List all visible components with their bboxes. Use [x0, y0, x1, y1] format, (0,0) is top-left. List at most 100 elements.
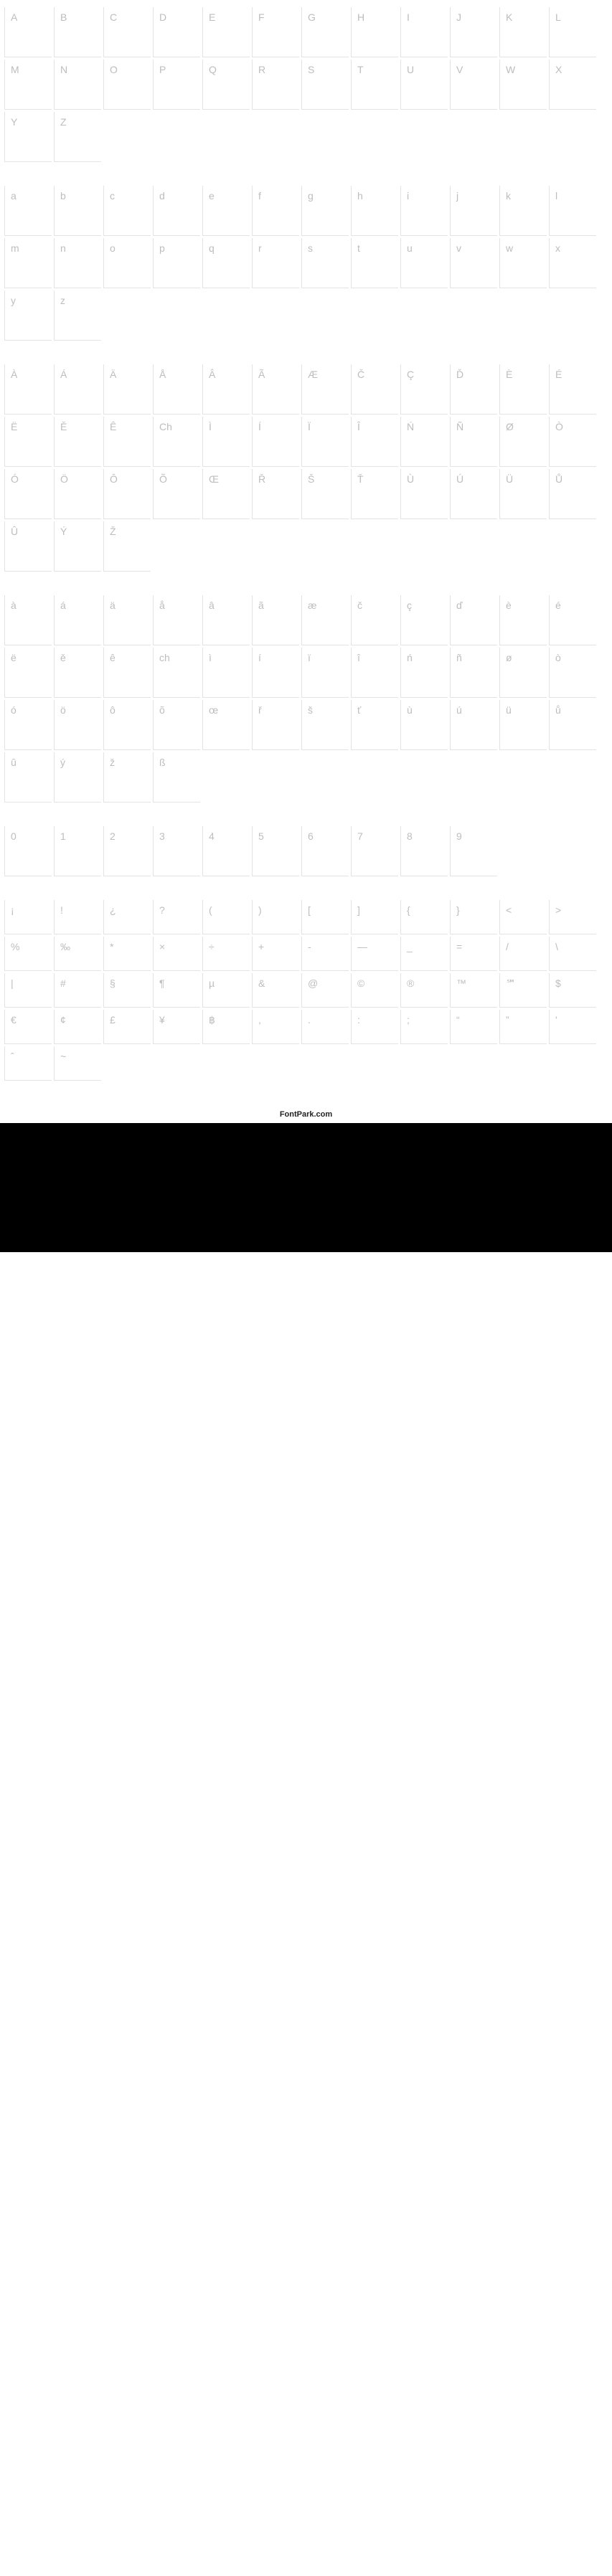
glyph-cell: _ [400, 937, 448, 971]
glyph-section: ÀÁÄÅÂÃÆČÇĎÈÉËĚÊChÌÍÏÎŃÑØÒÓÖÔÕŒŘŠŤÙÚÜŮÛÝŽ [4, 364, 608, 574]
glyph-cell: 3 [153, 826, 200, 876]
glyph-cell: µ [202, 973, 250, 1008]
glyph-cell: ê [103, 648, 151, 698]
glyph-cell: è [499, 595, 547, 645]
glyph-cell: X [549, 60, 596, 110]
glyph-cell: Ì [202, 417, 250, 467]
glyph-cell: c [103, 186, 151, 236]
glyph-cell: ã [252, 595, 299, 645]
glyph-cell: h [351, 186, 398, 236]
glyph-cell: ř [252, 700, 299, 750]
glyph-cell: § [103, 973, 151, 1008]
glyph-cell: D [153, 7, 200, 57]
glyph-cell: q [202, 238, 250, 288]
glyph-cell: ฿ [202, 1010, 250, 1044]
glyph-cell: Ů [549, 469, 596, 519]
glyph-cell: b [54, 186, 101, 236]
glyph-cell: I [400, 7, 448, 57]
glyph-cell: G [301, 7, 349, 57]
glyph-cell: < [499, 900, 547, 934]
glyph-cell: ℠ [499, 973, 547, 1008]
glyph-cell: õ [153, 700, 200, 750]
glyph-cell: Í [252, 417, 299, 467]
glyph-cell: ž [103, 752, 151, 802]
glyph-cell: Ñ [450, 417, 497, 467]
glyph-cell: É [549, 364, 596, 415]
glyph-cell: é [549, 595, 596, 645]
glyph-cell: C [103, 7, 151, 57]
glyph-cell: Ò [549, 417, 596, 467]
glyph-cell: | [4, 973, 52, 1008]
glyph-cell: Ü [499, 469, 547, 519]
glyph-cell: ó [4, 700, 52, 750]
glyph-cell: d [153, 186, 200, 236]
glyph-cell: j [450, 186, 497, 236]
footer-black-bar [0, 1123, 612, 1252]
glyph-cell: ! [54, 900, 101, 934]
glyph-cell: Ń [400, 417, 448, 467]
glyph-cell: Â [202, 364, 250, 415]
glyph-cell: æ [301, 595, 349, 645]
glyph-cell: l [549, 186, 596, 236]
glyph-section: ABCDEFGHIJKLMNOPQRSTUVWXYZ [4, 7, 608, 164]
glyph-cell: Ě [54, 417, 101, 467]
glyph-cell: w [499, 238, 547, 288]
glyph-cell: n [54, 238, 101, 288]
glyph-cell: ¥ [153, 1010, 200, 1044]
glyph-cell: Û [4, 521, 52, 572]
glyph-cell: Z [54, 112, 101, 162]
glyph-cell: t [351, 238, 398, 288]
glyph-cell: K [499, 7, 547, 57]
glyph-cell: ě [54, 648, 101, 698]
glyph-cell: Ö [54, 469, 101, 519]
glyph-cell: č [351, 595, 398, 645]
glyph-cell: % [4, 937, 52, 971]
glyph-cell: ¢ [54, 1010, 101, 1044]
glyph-cell: ÷ [202, 937, 250, 971]
glyph-cell: Q [202, 60, 250, 110]
glyph-cell: a [4, 186, 52, 236]
glyph-cell: k [499, 186, 547, 236]
glyph-cell: Ã [252, 364, 299, 415]
glyph-cell: Č [351, 364, 398, 415]
glyph-cell: > [549, 900, 596, 934]
glyph-cell: Å [153, 364, 200, 415]
glyph-cell: ů [549, 700, 596, 750]
glyph-cell: M [4, 60, 52, 110]
glyph-cell: 0 [4, 826, 52, 876]
footer-label: FontPark.com [0, 1104, 612, 1123]
glyph-cell: i [400, 186, 448, 236]
glyph-cell: Á [54, 364, 101, 415]
glyph-cell: ö [54, 700, 101, 750]
glyph-cell: 8 [400, 826, 448, 876]
glyph-cell: ch [153, 648, 200, 698]
glyph-cell: Ô [103, 469, 151, 519]
glyph-cell: ń [400, 648, 448, 698]
glyph-cell: L [549, 7, 596, 57]
glyph-cell: š [301, 700, 349, 750]
glyph-cell: F [252, 7, 299, 57]
glyph-cell: “ [450, 1010, 497, 1044]
glyph-cell: r [252, 238, 299, 288]
glyph-cell: ô [103, 700, 151, 750]
glyph-cell: ; [400, 1010, 448, 1044]
glyph-cell: B [54, 7, 101, 57]
glyph-cell: ï [301, 648, 349, 698]
glyph-cell: * [103, 937, 151, 971]
glyph-cell: ~ [54, 1046, 101, 1081]
glyph-cell: @ [301, 973, 349, 1008]
glyph-cell: + [252, 937, 299, 971]
glyph-cell: ™ [450, 973, 497, 1008]
glyph-cell: W [499, 60, 547, 110]
glyph-cell: ¶ [153, 973, 200, 1008]
glyph-cell: Ï [301, 417, 349, 467]
glyph-cell: á [54, 595, 101, 645]
glyph-cell: } [450, 900, 497, 934]
glyph-cell: 5 [252, 826, 299, 876]
glyph-cell: ù [400, 700, 448, 750]
glyph-cell: : [351, 1010, 398, 1044]
glyph-cell: A [4, 7, 52, 57]
glyph-cell: \ [549, 937, 596, 971]
glyph-cell: = [450, 937, 497, 971]
glyph-cell: í [252, 648, 299, 698]
